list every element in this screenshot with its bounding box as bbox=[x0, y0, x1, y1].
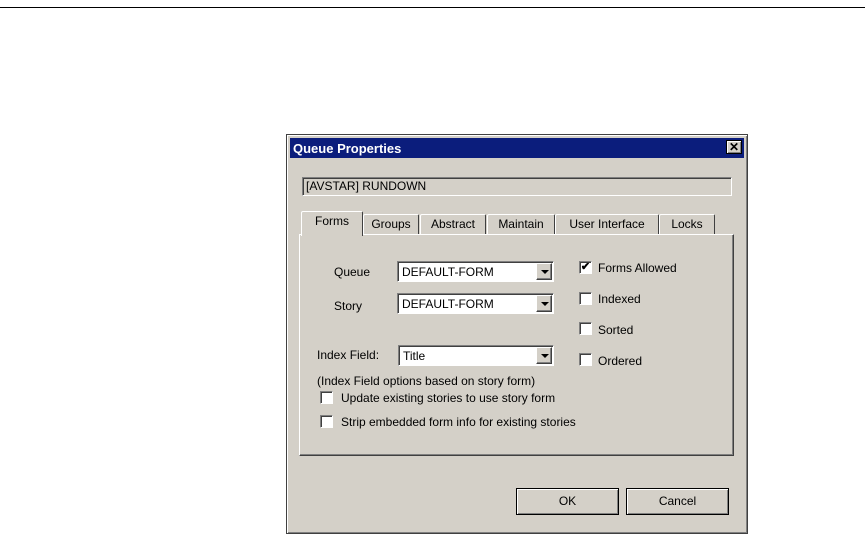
queue-label: Queue bbox=[334, 265, 371, 279]
tab-label: Abstract bbox=[430, 217, 475, 231]
ok-button-label: OK bbox=[558, 494, 577, 508]
tab-label: Groups bbox=[371, 217, 411, 231]
page-top-rule bbox=[0, 7, 865, 8]
index-field-note: (Index Field options based on story form… bbox=[317, 374, 536, 388]
story-form-select[interactable]: DEFAULT-FORM bbox=[397, 293, 554, 314]
queue-properties-dialog: Queue Properties ✕ [AVSTAR] RUNDOWN Form… bbox=[286, 134, 748, 534]
tab-label: Forms bbox=[315, 214, 349, 228]
queue-path-field: [AVSTAR] RUNDOWN bbox=[302, 177, 732, 196]
queue-form-select[interactable]: DEFAULT-FORM bbox=[397, 261, 554, 282]
tab-label: Maintain bbox=[498, 217, 544, 231]
close-button[interactable]: ✕ bbox=[726, 140, 742, 154]
story-label: Story bbox=[334, 299, 363, 313]
tab-maintain[interactable]: Maintain bbox=[487, 214, 555, 234]
tab-label: Locks bbox=[671, 217, 703, 231]
update-existing-checkbox[interactable] bbox=[320, 391, 333, 404]
tab-groups[interactable]: Groups bbox=[363, 214, 419, 234]
dropdown-arrow-icon[interactable] bbox=[536, 347, 552, 364]
index-field-value: Title bbox=[403, 349, 426, 363]
ordered-label: Ordered bbox=[598, 354, 643, 368]
tab-abstract[interactable]: Abstract bbox=[420, 214, 486, 234]
index-field-label: Index Field: bbox=[317, 348, 380, 362]
forms-allowed-label: Forms Allowed bbox=[598, 261, 677, 275]
indexed-checkbox[interactable] bbox=[579, 292, 592, 305]
sorted-checkbox[interactable] bbox=[579, 322, 592, 335]
story-form-value: DEFAULT-FORM bbox=[402, 297, 494, 311]
tab-locks[interactable]: Locks bbox=[659, 214, 715, 234]
ordered-checkbox[interactable] bbox=[579, 353, 592, 366]
sorted-label: Sorted bbox=[598, 323, 634, 337]
strip-embedded-checkbox[interactable] bbox=[320, 415, 333, 428]
strip-embedded-label: Strip embedded form info for existing st… bbox=[341, 415, 576, 429]
checkmark-icon: ✔ bbox=[580, 261, 591, 273]
tab-user-interface[interactable]: User Interface bbox=[555, 214, 659, 234]
tab-forms[interactable]: Forms bbox=[301, 211, 363, 236]
dialog-title: Queue Properties bbox=[293, 141, 402, 156]
index-field-select[interactable]: Title bbox=[398, 345, 554, 366]
close-icon: ✕ bbox=[728, 140, 740, 154]
cancel-button[interactable]: Cancel bbox=[626, 488, 729, 515]
dropdown-arrow-icon[interactable] bbox=[536, 295, 552, 312]
update-existing-label: Update existing stories to use story for… bbox=[341, 391, 556, 405]
indexed-label: Indexed bbox=[598, 292, 641, 306]
cancel-button-label: Cancel bbox=[658, 494, 697, 508]
ok-button[interactable]: OK bbox=[516, 488, 619, 515]
forms-allowed-checkbox[interactable]: ✔ bbox=[579, 261, 592, 274]
tab-label: User Interface bbox=[569, 217, 645, 231]
queue-form-value: DEFAULT-FORM bbox=[402, 265, 494, 279]
dropdown-arrow-icon[interactable] bbox=[536, 263, 552, 280]
title-bar[interactable]: Queue Properties ✕ bbox=[290, 138, 744, 158]
